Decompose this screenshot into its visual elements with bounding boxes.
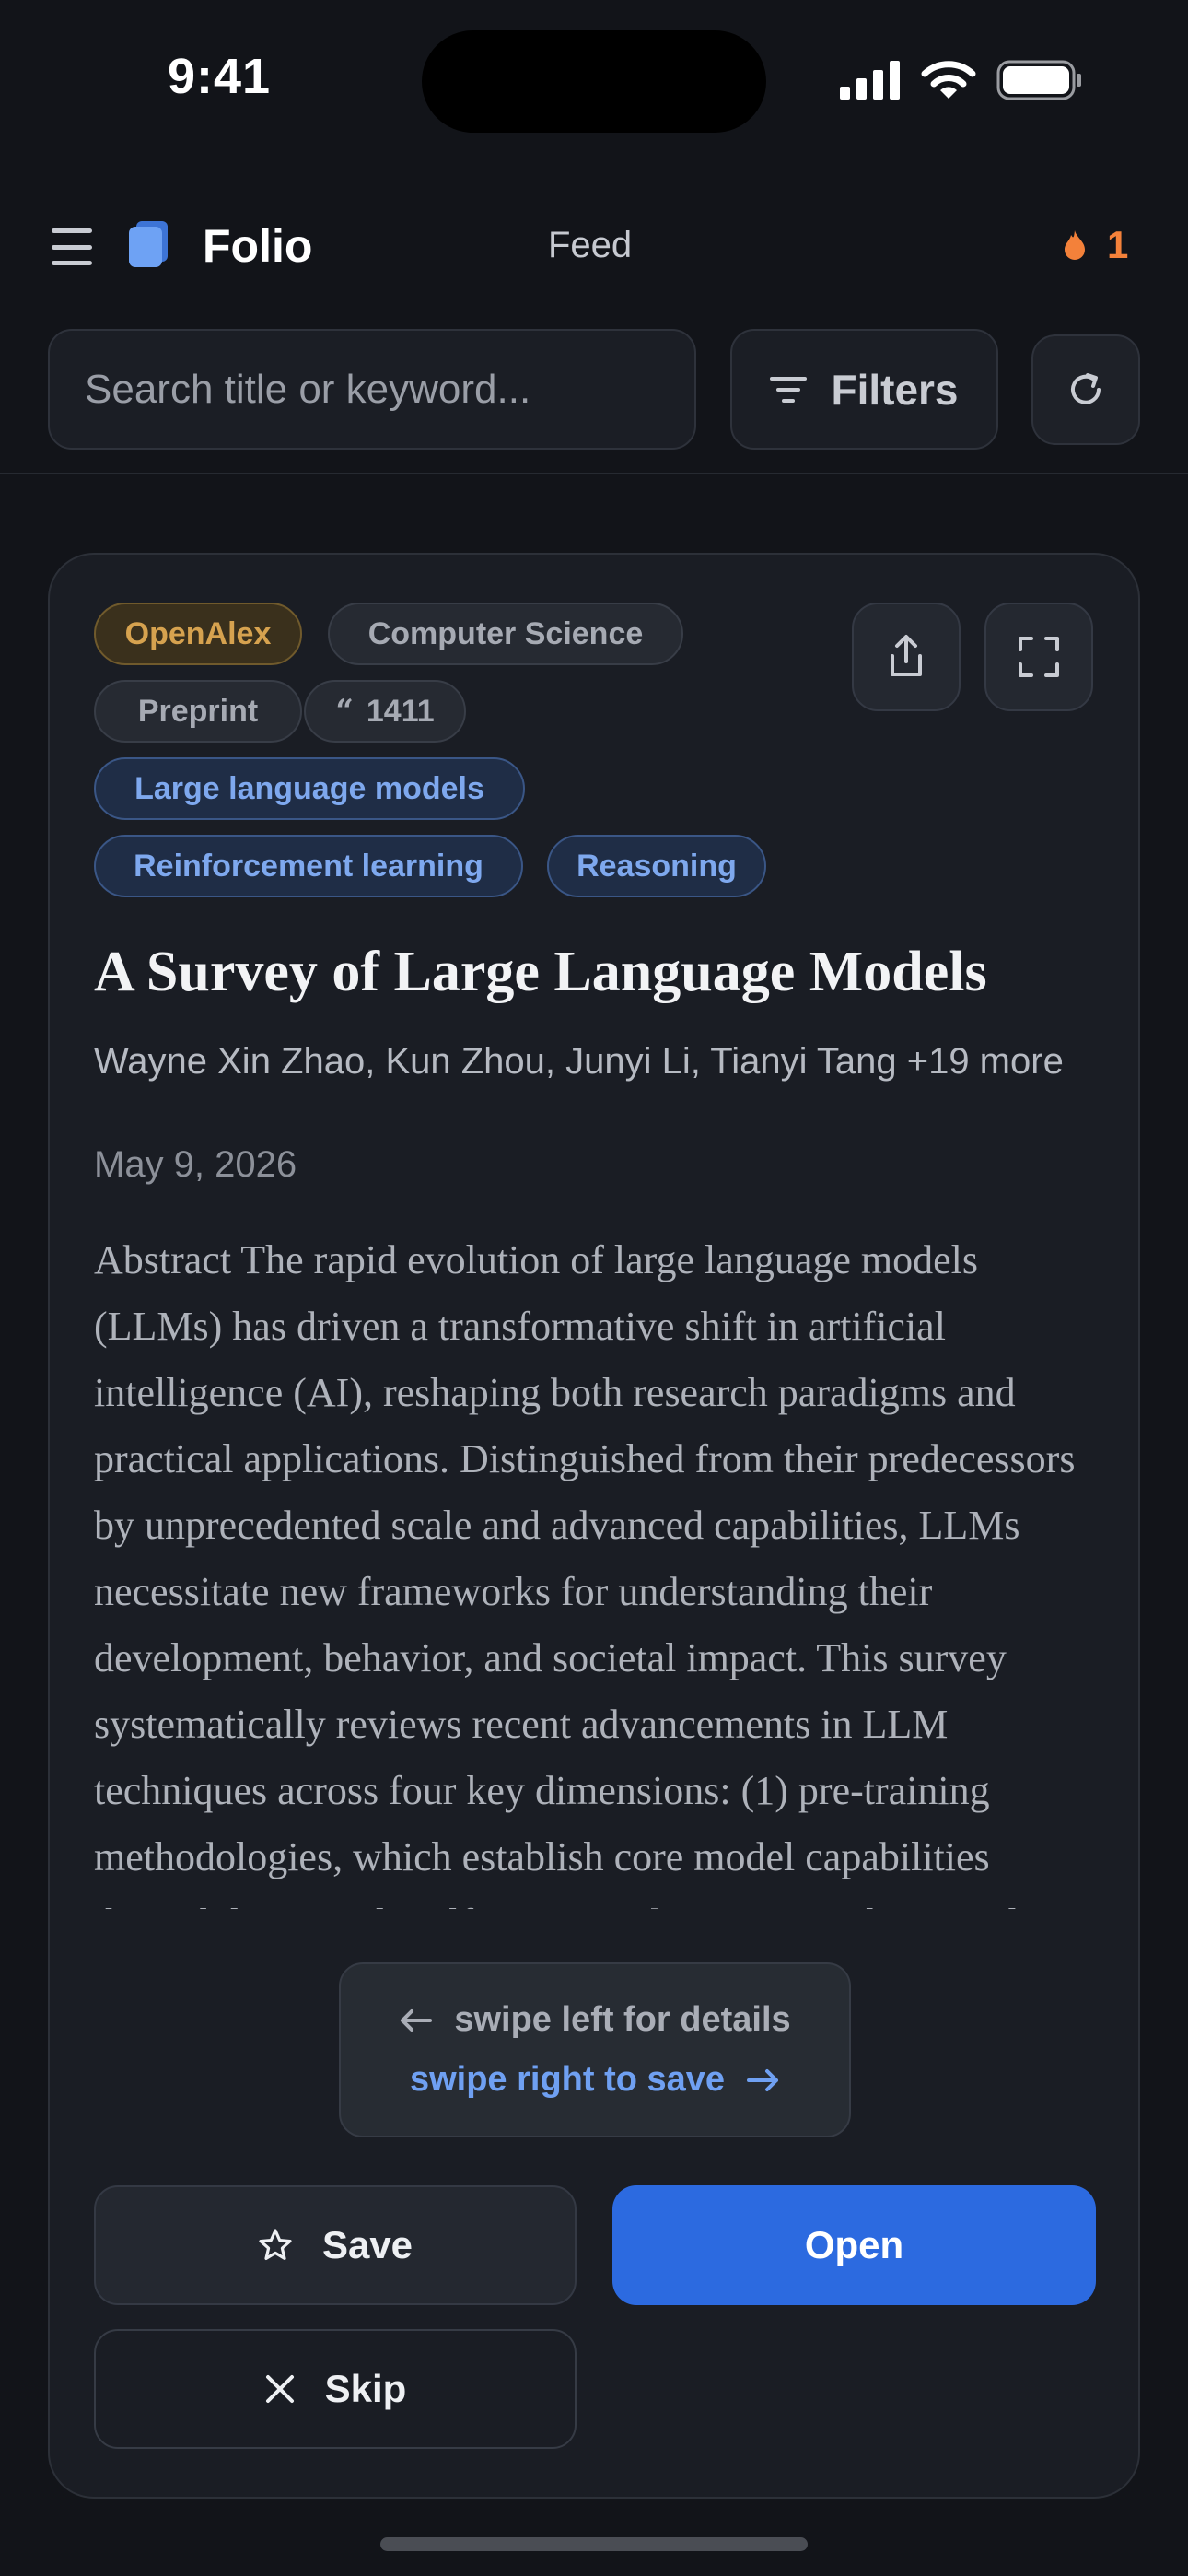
streak-counter[interactable]: 1 — [1061, 223, 1128, 267]
save-button[interactable]: Save — [94, 2185, 577, 2305]
swipe-hint: swipe left for details swipe right to sa… — [339, 1962, 851, 2137]
type-chip: Preprint — [94, 680, 302, 743]
topic-chip[interactable]: Large language models — [94, 757, 525, 820]
expand-button[interactable] — [984, 603, 1093, 711]
filters-button[interactable]: Filters — [730, 329, 998, 450]
paper-authors: Wayne Xin Zhao, Kun Zhou, Junyi Li, Tian… — [94, 1041, 1064, 1082]
paper-date: May 9, 2026 — [94, 1144, 297, 1185]
source-chip: OpenAlex — [94, 603, 302, 665]
swipe-left-label: swipe left for details — [454, 2000, 791, 2039]
menu-icon[interactable] — [52, 228, 92, 265]
skip-label: Skip — [324, 2367, 407, 2410]
search-input[interactable] — [85, 366, 694, 413]
skip-button[interactable]: Skip — [94, 2329, 577, 2449]
folio-logo-icon — [129, 221, 168, 267]
battery-icon — [996, 60, 1081, 100]
topic-chip[interactable]: Reasoning — [547, 835, 766, 897]
status-icons — [840, 57, 1083, 103]
swipe-left-hint: swipe left for details — [399, 2000, 791, 2040]
status-time: 9:41 — [168, 49, 272, 104]
filter-lines-icon — [770, 376, 808, 403]
refresh-icon — [1071, 373, 1101, 404]
paper-card[interactable]: OpenAlex Computer Science Preprint “ 141… — [48, 553, 1140, 2499]
field-chip: Computer Science — [328, 603, 683, 665]
flame-icon — [1065, 230, 1085, 260]
arrow-right-icon — [747, 2068, 779, 2091]
filters-label: Filters — [831, 365, 959, 414]
citations-count: 1411 — [366, 693, 435, 729]
dynamic-island — [422, 30, 766, 133]
expand-icon — [1019, 637, 1059, 677]
paper-abstract: Abstract The rapid evolution of large la… — [94, 1237, 1076, 1909]
paper-title: A Survey of Large Language Models — [94, 941, 987, 1003]
nav-feed[interactable]: Feed — [548, 225, 632, 266]
close-icon — [265, 2375, 294, 2403]
arrow-left-icon — [401, 2008, 433, 2032]
search-field[interactable] — [48, 329, 696, 450]
citations-chip: “ 1411 — [304, 680, 466, 743]
cellular-signal-icon — [840, 61, 900, 100]
toolbar-divider — [0, 473, 1188, 474]
quote-icon: “ — [335, 693, 354, 730]
wifi-icon — [921, 61, 976, 99]
share-button[interactable] — [852, 603, 961, 711]
save-label: Save — [321, 2223, 413, 2266]
star-icon — [259, 2229, 292, 2260]
share-icon — [891, 635, 922, 676]
streak-count: 1 — [1107, 223, 1129, 266]
topic-chip[interactable]: Reinforcement learning — [94, 835, 523, 897]
open-button[interactable]: Open — [612, 2185, 1096, 2305]
home-indicator[interactable] — [380, 2537, 808, 2551]
swipe-right-label: swipe right to save — [409, 2060, 726, 2099]
swipe-right-hint: swipe right to save — [410, 2060, 780, 2100]
app-title: Folio — [203, 220, 313, 272]
refresh-button[interactable] — [1031, 334, 1140, 445]
